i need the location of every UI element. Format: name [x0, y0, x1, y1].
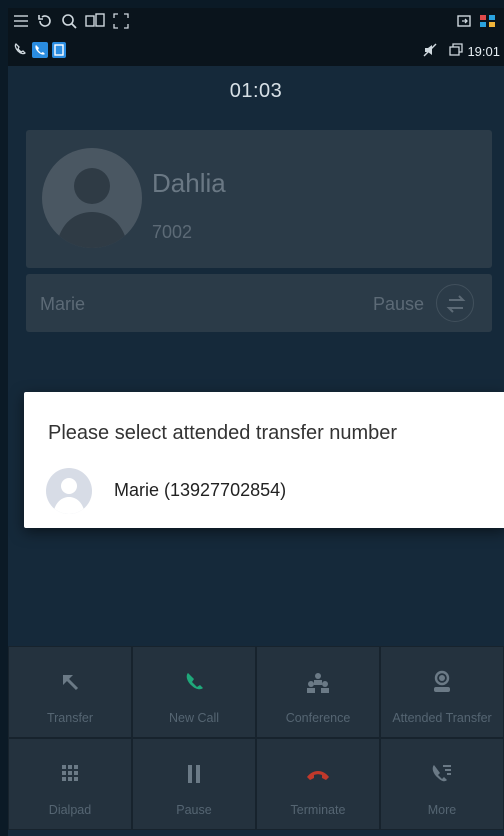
transfer-number-option[interactable]: Marie (13927702854) — [24, 460, 504, 522]
contacts-sync-icon[interactable] — [84, 12, 106, 30]
call-timer: 01:03 — [229, 80, 283, 102]
phone-screen: 19:01 01:03 Dahlia 7002 Marie Pause Plea… — [8, 8, 504, 836]
more-label: More — [427, 803, 457, 817]
dialpad-label: Dialpad — [48, 803, 92, 817]
person-silhouette-icon — [56, 168, 128, 248]
held-call-row[interactable]: Marie Pause — [26, 274, 492, 332]
more-phone-icon — [432, 765, 451, 782]
attended-transfer-button[interactable]: Attended Transfer — [380, 646, 504, 738]
sim-card-icon — [52, 42, 66, 58]
transfer-number-label: Marie (13927702854) — [114, 480, 287, 500]
status-bar: 19:01 — [8, 36, 504, 66]
call-status-icon — [14, 43, 26, 55]
search-zoom-icon[interactable] — [60, 12, 78, 30]
dialog-title: Please select attended transfer number — [48, 422, 398, 444]
conference-label: Conference — [285, 711, 351, 725]
transfer-label: Transfer — [46, 711, 94, 725]
clock: 19:01 — [467, 44, 500, 59]
pause-label: Pause — [176, 803, 212, 817]
conference-icon — [307, 673, 329, 693]
caller-name: Dahlia — [152, 168, 226, 198]
window-icon — [449, 43, 463, 56]
held-call-name: Marie — [40, 294, 86, 314]
transfer-select-dialog: Please select attended transfer number M… — [24, 392, 504, 528]
held-call-status: Pause — [372, 294, 424, 314]
refresh-icon[interactable] — [36, 12, 54, 30]
phone-icon — [186, 673, 203, 690]
dialpad-icon — [62, 765, 78, 781]
active-call-icon — [32, 42, 48, 58]
transfer-arrow-icon — [63, 675, 79, 691]
transfer-button[interactable]: Transfer — [8, 646, 132, 738]
menu-list-icon[interactable] — [12, 12, 30, 30]
pause-icon — [188, 765, 200, 783]
new-call-button[interactable]: New Call — [132, 646, 256, 738]
pause-button[interactable]: Pause — [132, 738, 256, 830]
more-button[interactable]: More — [380, 738, 504, 830]
call-actions-grid: Transfer New Call Conference Attended Tr… — [8, 646, 504, 836]
attended-transfer-icon — [434, 670, 450, 692]
caller-number: 7002 — [152, 222, 193, 242]
swap-arrows-icon — [446, 295, 466, 313]
conference-button[interactable]: Conference — [256, 646, 380, 738]
apps-grid-icon[interactable] — [478, 12, 498, 30]
screen-cast-icon[interactable] — [456, 12, 472, 30]
person-silhouette-icon — [53, 478, 85, 514]
swap-call-button[interactable] — [436, 284, 474, 322]
notification-bar — [8, 8, 504, 36]
mute-speaker-icon — [423, 43, 437, 57]
dialpad-button[interactable]: Dialpad — [8, 738, 132, 830]
attended-transfer-label: Attended Transfer — [392, 711, 492, 725]
terminate-button[interactable]: Terminate — [256, 738, 380, 830]
caller-avatar — [42, 148, 142, 248]
terminate-label: Terminate — [290, 803, 346, 817]
fullscreen-icon[interactable] — [112, 12, 130, 30]
hangup-icon — [307, 771, 329, 780]
active-caller-card: Dahlia 7002 — [26, 130, 492, 268]
contact-avatar — [46, 468, 92, 514]
new-call-label: New Call — [168, 711, 219, 725]
